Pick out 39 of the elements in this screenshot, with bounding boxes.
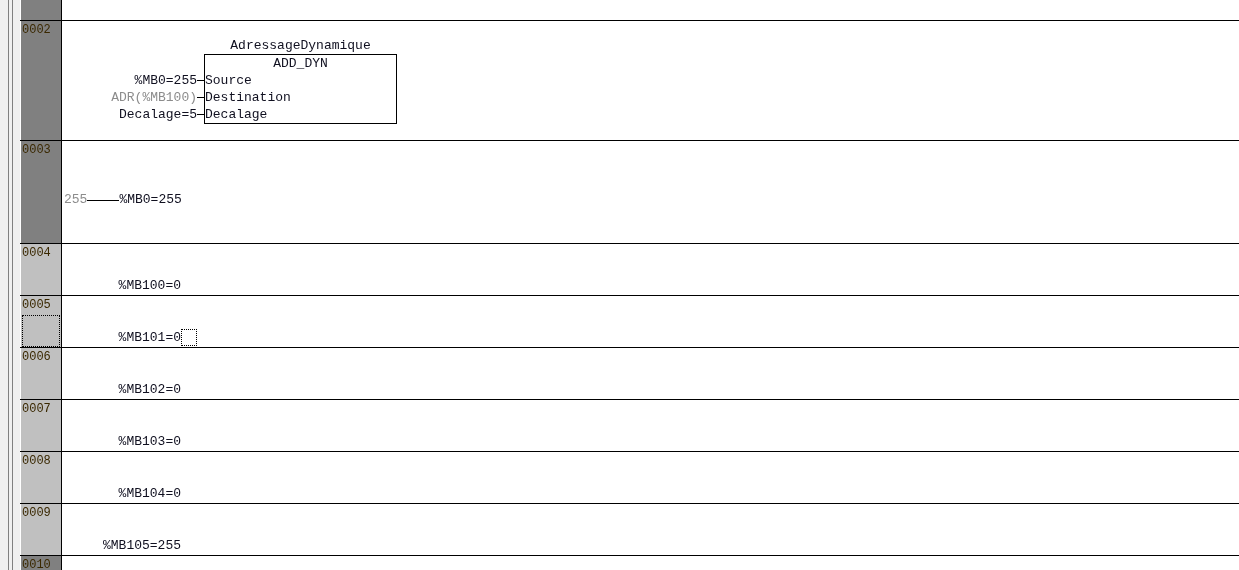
network-gutter[interactable]: 0002 — [20, 21, 62, 140]
network-number: 0005 — [21, 297, 51, 312]
network-number: 0004 — [21, 245, 51, 260]
network-gutter[interactable]: 0010 — [20, 556, 62, 570]
network-gutter[interactable]: 0007 — [20, 400, 62, 451]
network-number: 0009 — [21, 505, 51, 520]
variable-value: %MB101=0 — [118, 329, 181, 346]
function-block[interactable]: ADD_DYN Source Destination Decalage — [204, 54, 397, 124]
pin-wire — [197, 97, 204, 98]
network-number: 0006 — [21, 349, 51, 364]
variable-value: %MB103=0 — [118, 433, 181, 450]
pin-name: Source — [205, 72, 253, 89]
network-gutter[interactable]: 0006 — [20, 348, 62, 399]
pin-name: Decalage — [205, 106, 269, 123]
pin-wire — [197, 80, 204, 81]
variable-value: %MB104=0 — [118, 485, 181, 502]
network-number: 0008 — [21, 453, 51, 468]
block-instance-name: AdressageDynamique — [230, 37, 371, 54]
pin-argument: ADR(%MB100) — [111, 89, 197, 106]
network-number: 0002 — [21, 22, 51, 37]
wire — [87, 199, 120, 201]
pin-name: Destination — [205, 89, 292, 106]
network-number: 0003 — [21, 142, 51, 157]
network-number: 0007 — [21, 401, 51, 416]
pin-argument: %MB0=255 — [134, 72, 197, 89]
network-gutter[interactable]: 0008 — [20, 452, 62, 503]
variable-value: %MB100=0 — [118, 277, 181, 294]
block-type: ADD_DYN — [272, 55, 329, 72]
variable-value: %MB102=0 — [118, 381, 181, 398]
network-gutter[interactable]: 0003 — [20, 141, 62, 243]
network-gutter[interactable]: 0009 — [20, 504, 62, 555]
network-gutter[interactable]: 0004 — [20, 244, 62, 295]
network-number: 0010 — [21, 557, 51, 570]
pin-wire — [197, 114, 204, 115]
constant-value: 255 — [64, 191, 88, 208]
variable-value: %MB105=255 — [103, 537, 181, 554]
variable-assignment: %MB0=255 — [119, 191, 182, 208]
network-gutter[interactable]: 0005 — [20, 296, 62, 347]
pin-argument: Decalage=5 — [119, 106, 197, 123]
